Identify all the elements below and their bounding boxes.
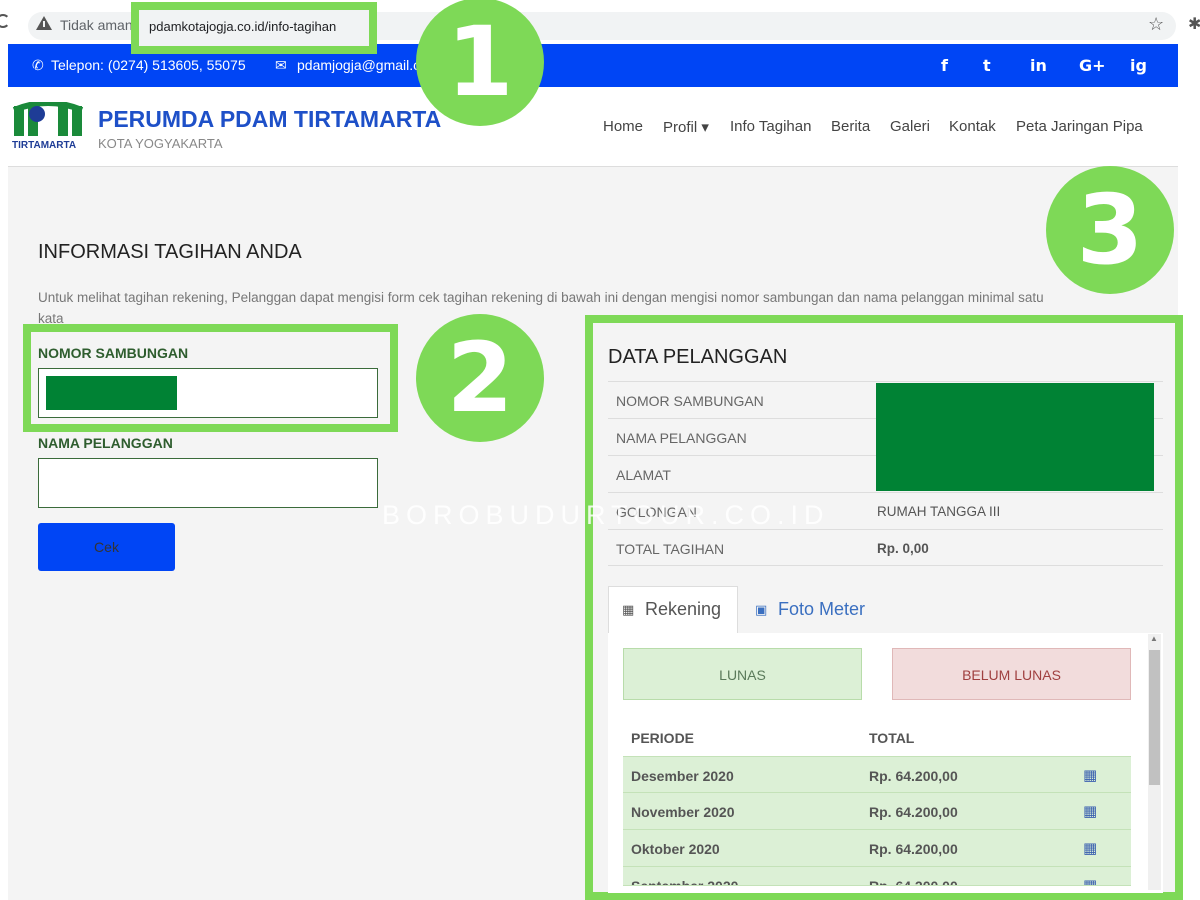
- site-logo[interactable]: TIRTAMARTA: [12, 100, 84, 151]
- nama-pelanggan-label: NAMA PELANGGAN: [38, 435, 173, 451]
- nav-berita[interactable]: Berita: [831, 118, 870, 135]
- badge-two: 2: [416, 314, 544, 442]
- calculator-icon: ▦: [1083, 839, 1098, 857]
- scroll-up-arrow-icon[interactable]: ▲: [1150, 634, 1158, 643]
- nav-profil[interactable]: Profil ▾: [663, 118, 709, 136]
- badge-three: 3: [1046, 166, 1174, 294]
- table-row[interactable]: September 2020 Rp. 64.200,00 ▦: [623, 867, 1131, 886]
- nama-pelanggan-input[interactable]: [38, 458, 378, 508]
- nav-home[interactable]: Home: [603, 118, 643, 135]
- nomor-sambungan-label: NOMOR SAMBUNGAN: [38, 345, 189, 361]
- camera-icon: ▣: [755, 603, 768, 618]
- column-header-periode: PERIODE: [631, 730, 695, 746]
- google-plus-icon[interactable]: G+: [1079, 56, 1106, 75]
- url-text[interactable]: pdamkotajogja.co.id/info-tagihan: [149, 19, 336, 34]
- extensions-icon[interactable]: ✱: [1188, 14, 1200, 34]
- nav-galeri[interactable]: Galeri: [890, 118, 930, 135]
- cek-button[interactable]: Cek: [38, 523, 175, 571]
- nav-kontak[interactable]: Kontak: [949, 118, 996, 135]
- calculator-icon: ▦: [1083, 766, 1098, 784]
- logo-icon: TIRTAMARTA: [12, 100, 84, 151]
- table-row[interactable]: Oktober 2020 Rp. 64.200,00 ▦: [623, 830, 1131, 867]
- security-status[interactable]: Tidak aman: [60, 17, 133, 33]
- calculator-icon: ▦: [1083, 876, 1098, 886]
- tab-foto-meter[interactable]: Foto Meter: [778, 599, 865, 620]
- calculator-icon: ▦: [622, 603, 635, 618]
- scrollbar-thumb[interactable]: [1149, 650, 1160, 785]
- twitter-icon[interactable]: t: [983, 56, 991, 75]
- redaction-block: [876, 383, 1154, 491]
- nomor-sambungan-input[interactable]: [38, 368, 378, 418]
- customer-row: TOTAL TAGIHAN Rp. 0,00: [608, 529, 1163, 566]
- column-header-total: TOTAL: [869, 730, 915, 746]
- belum-lunas-button[interactable]: BELUM LUNAS: [892, 648, 1131, 700]
- mail-icon: ✉: [275, 57, 287, 73]
- linkedin-icon[interactable]: in: [1030, 56, 1047, 75]
- nav-peta-jaringan-pipa[interactable]: Peta Jaringan Pipa: [1016, 118, 1143, 135]
- watermark: BOROBUDURTOUR.CO.ID: [382, 500, 830, 530]
- nav-info-tagihan[interactable]: Info Tagihan: [730, 118, 811, 135]
- table-row[interactable]: Desember 2020 Rp. 64.200,00 ▦: [623, 756, 1131, 793]
- badge-one: 1: [416, 0, 544, 126]
- redaction-block: [46, 376, 177, 410]
- brand-subtitle: KOTA YOGYAKARTA: [98, 136, 223, 151]
- lunas-button[interactable]: LUNAS: [623, 648, 862, 700]
- email-text[interactable]: pdamjogja@gmail.c: [297, 57, 420, 73]
- customer-title: DATA PELANGGAN: [608, 346, 788, 368]
- facebook-icon[interactable]: f: [941, 56, 948, 75]
- calculator-icon: ▦: [1083, 802, 1098, 820]
- page-title: INFORMASI TAGIHAN ANDA: [38, 241, 302, 263]
- instagram-icon[interactable]: ig: [1130, 56, 1147, 75]
- phone-icon: ✆: [32, 57, 44, 73]
- bookmark-star-icon[interactable]: ☆: [1148, 14, 1164, 35]
- tab-rekening-label[interactable]: Rekening: [645, 599, 721, 620]
- svg-text:TIRTAMARTA: TIRTAMARTA: [12, 140, 76, 150]
- table-row[interactable]: November 2020 Rp. 64.200,00 ▦: [623, 793, 1131, 830]
- brand-title[interactable]: PERUMDA PDAM TIRTAMARTA: [98, 106, 441, 133]
- phone-text: Telepon: (0274) 513605, 55075: [51, 57, 246, 73]
- warning-icon-mark: [43, 21, 45, 27]
